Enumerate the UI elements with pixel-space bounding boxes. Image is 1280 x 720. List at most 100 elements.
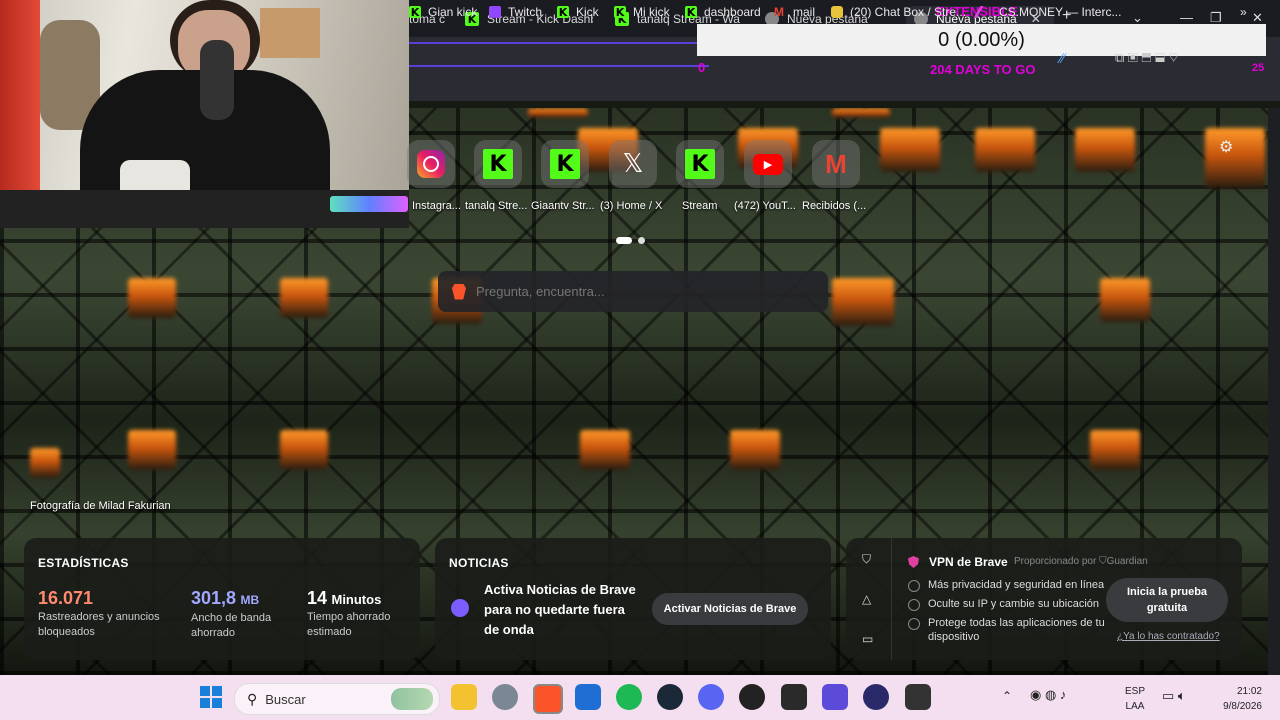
warning-icon[interactable]: △ bbox=[862, 592, 871, 606]
bookmark-gian-kick[interactable]: K Gian kick bbox=[409, 4, 477, 20]
vpn-provider: Proporcionado por ⛉Guardian bbox=[1014, 556, 1148, 567]
vpn-feature: Protege todas las aplicaciones de tu disp… bbox=[908, 616, 1105, 644]
stats-title: ESTADÍSTICAS bbox=[38, 556, 129, 570]
already-subscribed-link[interactable]: ¿Ya lo has contratado? bbox=[1117, 631, 1220, 642]
chat-icon bbox=[831, 6, 843, 18]
chevron-right-icon[interactable]: » bbox=[1240, 4, 1247, 20]
top-site-gmail[interactable]: M bbox=[812, 140, 860, 188]
trackers-label: Rastreadores y anuncios bloqueados bbox=[38, 611, 160, 638]
epic-games-icon[interactable] bbox=[781, 684, 807, 710]
top-site-instagram[interactable] bbox=[407, 140, 455, 188]
bandwidth-stat: 301,8 MB bbox=[191, 588, 260, 608]
time-stat: 14 Minutos bbox=[307, 588, 382, 608]
bookmark-twitch[interactable]: Twitch bbox=[489, 4, 542, 20]
clock[interactable]: 21:02 9/8/2026 bbox=[1212, 684, 1262, 714]
minimize-icon[interactable]: — bbox=[1180, 10, 1193, 25]
video-icon[interactable]: ▭ bbox=[862, 632, 873, 646]
bookmark-csmoney[interactable]: CS.MONEY — Interc... bbox=[973, 4, 1122, 20]
bookmark-label: dashboard bbox=[704, 5, 761, 19]
bookmark-label: CS.MONEY — Interc... bbox=[999, 5, 1122, 19]
trackers-value: 16.071 bbox=[38, 588, 94, 608]
brave-icon[interactable] bbox=[533, 684, 563, 714]
kick-icon: K bbox=[550, 149, 580, 179]
apps-grid-icon[interactable] bbox=[822, 684, 848, 710]
search-highlight-icon bbox=[391, 688, 433, 710]
file-explorer-icon[interactable] bbox=[451, 684, 477, 710]
chatgpt-icon[interactable] bbox=[739, 684, 765, 710]
bookmark-label: Kick bbox=[576, 5, 599, 19]
twitch-icon bbox=[489, 6, 501, 18]
overlay-right-number: 25 bbox=[1252, 62, 1265, 74]
search-box[interactable] bbox=[438, 271, 828, 312]
top-site-tanalq[interactable]: K bbox=[474, 140, 522, 188]
search-input[interactable] bbox=[474, 283, 798, 300]
spotify-icon[interactable] bbox=[616, 684, 642, 710]
bandwidth-label: Ancho de banda ahorrado bbox=[191, 612, 272, 639]
start-trial-button[interactable]: Inicia la prueba gratuita bbox=[1106, 578, 1228, 622]
extension-icon[interactable]: ⁄⁄ bbox=[1060, 50, 1065, 66]
extensions-icon[interactable]: ⧉ ▣ ⬒ ⬓ ♡ bbox=[1115, 50, 1179, 66]
bookmark-mi-kick[interactable]: K Mi kick bbox=[614, 4, 670, 20]
settings-icon[interactable] bbox=[492, 684, 518, 710]
obs-icon[interactable] bbox=[863, 684, 889, 710]
youtube-icon: ▶ bbox=[753, 153, 783, 175]
steam-icon[interactable] bbox=[657, 684, 683, 710]
search-icon: ⚲ bbox=[247, 690, 258, 707]
vpn-feature: Más privacidad y seguridad en línea bbox=[908, 578, 1104, 592]
top-site-youtube[interactable]: ▶ bbox=[744, 140, 792, 188]
overlay-line bbox=[409, 42, 709, 44]
top-site-label[interactable]: Giaantv Str... bbox=[531, 200, 595, 212]
top-site-label[interactable]: Stream bbox=[682, 200, 717, 212]
page-indicator[interactable] bbox=[616, 231, 646, 249]
kick-icon: K bbox=[409, 5, 421, 19]
subscriber-counter: 0 (0.00%) bbox=[697, 24, 1266, 56]
vpn-title: VPN de Brave bbox=[929, 555, 1008, 569]
taskbar-search-label: Buscar bbox=[265, 691, 306, 707]
overlay-line bbox=[409, 65, 709, 67]
bookmark-mail[interactable]: Mmail bbox=[774, 4, 815, 20]
bookmark-label: (20) Chat Box / Stre... bbox=[850, 5, 967, 19]
bookmark-label: mail bbox=[793, 5, 816, 19]
windows-start-icon[interactable] bbox=[200, 686, 222, 708]
news-promo-text: Activa Noticias de Brave para no quedarte… bbox=[484, 582, 636, 637]
gear-icon[interactable]: ⚙ bbox=[1219, 137, 1233, 157]
top-site-stream[interactable]: K bbox=[676, 140, 724, 188]
activate-news-button[interactable]: Activar Noticias de Brave bbox=[652, 593, 808, 625]
page-scrollbar[interactable] bbox=[1268, 108, 1280, 675]
guardian-icon: ⛉ bbox=[1099, 556, 1107, 567]
instagram-icon bbox=[417, 150, 445, 178]
overlay-left-number: 0 bbox=[698, 60, 706, 75]
shield-icon[interactable]: ⛉ bbox=[862, 552, 871, 567]
store-icon[interactable] bbox=[575, 684, 601, 710]
taskbar-search[interactable]: ⚲ Buscar bbox=[234, 683, 440, 715]
bookmarks-bar bbox=[409, 77, 1280, 101]
bookmark-label: Twitch bbox=[508, 5, 543, 19]
top-site-giaantv[interactable]: K bbox=[541, 140, 589, 188]
tray-icons[interactable]: ◉ ◍ ♪ bbox=[1030, 687, 1066, 703]
check-icon bbox=[908, 599, 920, 611]
network-volume-icons[interactable]: ▭ 🔈︎ bbox=[1162, 688, 1186, 704]
top-site-label[interactable]: Recibidos (... bbox=[802, 200, 866, 212]
top-site-label[interactable]: Instagra... bbox=[412, 200, 461, 212]
check-icon bbox=[908, 618, 920, 630]
kick-icon: K bbox=[483, 149, 513, 179]
chevron-up-icon[interactable]: ⌃ bbox=[1002, 689, 1012, 703]
bookmark-chat-box[interactable]: (20) Chat Box / Stre... bbox=[831, 4, 966, 20]
top-site-label[interactable]: (472) YouT... bbox=[734, 200, 796, 212]
language-indicator[interactable]: ESP LAA bbox=[1125, 684, 1145, 714]
bookmark-dashboard[interactable]: Kdashboard bbox=[685, 4, 761, 20]
bookmark-kick[interactable]: K Kick bbox=[557, 4, 599, 20]
discord-icon[interactable] bbox=[698, 684, 724, 710]
bookmark-label: Mi kick bbox=[633, 5, 670, 19]
news-card: NOTICIAS Activa Noticias de Brave para no… bbox=[435, 538, 831, 660]
top-site-label[interactable]: tanalq Stre... bbox=[465, 200, 527, 212]
x-icon: 𝕏 bbox=[622, 149, 644, 179]
vpn-feature: Oculte su IP y cambie su ubicación bbox=[908, 597, 1099, 611]
stats-card: ESTADÍSTICAS 16.071 Rastreadores y anunc… bbox=[24, 538, 420, 660]
top-site-label[interactable]: (3) Home / X bbox=[600, 200, 662, 212]
check-icon bbox=[908, 580, 920, 592]
time-label: Tiempo ahorrado estimado bbox=[307, 611, 391, 638]
top-site-x[interactable]: 𝕏 bbox=[609, 140, 657, 188]
app-icon[interactable] bbox=[905, 684, 931, 710]
photo-credit: Fotografía de Milad Fakurian bbox=[30, 500, 171, 512]
